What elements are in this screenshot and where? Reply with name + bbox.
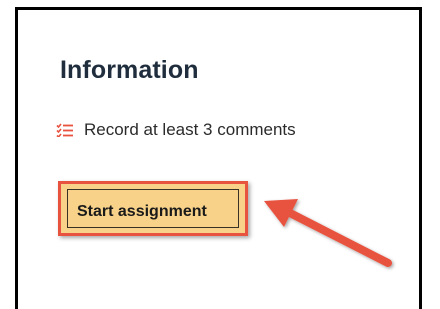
requirement-row: Record at least 3 comments <box>56 120 296 140</box>
checklist-icon <box>56 123 74 139</box>
start-assignment-button[interactable]: Start assignment <box>58 181 248 236</box>
information-panel: Information Record at least 3 comments S… <box>15 7 422 309</box>
requirement-text: Record at least 3 comments <box>84 120 296 139</box>
panel-title: Information <box>60 56 199 84</box>
start-assignment-label: Start assignment <box>77 203 207 220</box>
